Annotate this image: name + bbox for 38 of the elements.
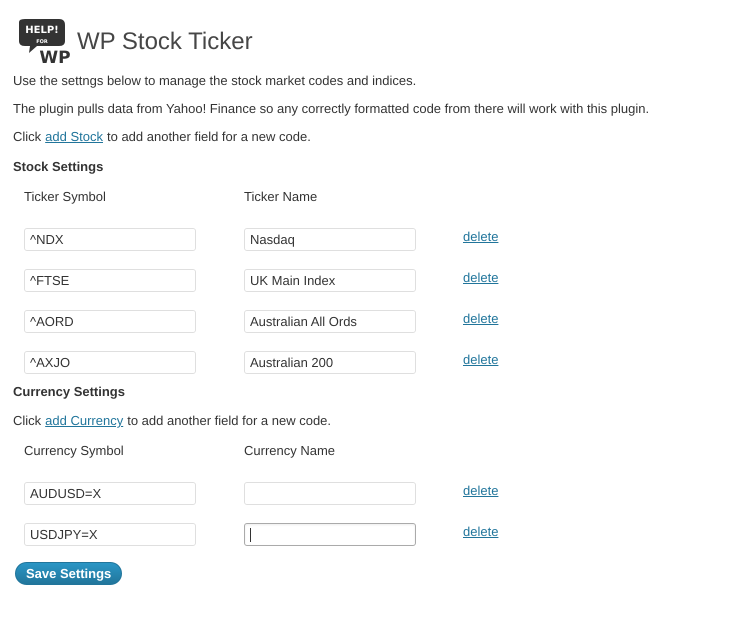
symbol-field[interactable]: USDJPY=X [24,523,196,546]
instruction-text: Click [13,412,42,430]
name-field[interactable]: Australian 200 [244,351,416,374]
delete-link[interactable]: delete [463,482,737,500]
column-header: Ticker Name [244,188,318,206]
symbol-field[interactable]: ^FTSE [24,269,196,292]
symbol-field[interactable]: ^AORD [24,310,196,333]
save-button[interactable]: Save Settings [15,562,122,585]
field-value: Australian All Ords [250,314,357,329]
field-value: Australian 200 [250,355,334,370]
delete-link[interactable]: delete [463,310,737,328]
symbol-field[interactable]: ^AXJO [24,351,196,374]
delete-link[interactable]: delete [463,351,737,369]
add-link[interactable]: add Stock [45,127,103,155]
column-header: Ticker Symbol [24,188,107,206]
name-field[interactable] [244,523,416,546]
field-value: UK Main Index [250,273,336,288]
add-link[interactable]: add Currency [45,411,124,439]
delete-link[interactable]: delete [463,269,737,287]
description-text: The plugin pulls data from Yahoo! Finance so any correctly formatted code from there will work with this plugin. [13,100,650,118]
column-header: Currency Symbol [24,442,125,460]
section-heading: Stock Settings [13,158,104,176]
column-header: Currency Name [244,442,336,460]
description-text: Use the settngs below to manage the stock market codes and indices. [13,72,418,90]
name-field[interactable]: UK Main Index [244,269,416,292]
field-value: Nasdaq [250,232,295,247]
delete-link[interactable]: delete [463,228,737,246]
instruction-text: to add another field for a new code. [107,128,311,146]
page-title: WP Stock Ticker [77,28,253,56]
text-cursor [250,528,251,542]
name-field[interactable]: Australian All Ords [244,310,416,333]
symbol-field[interactable]: AUDUSD=X [24,482,196,505]
instruction-text: to add another field for a new code. [127,412,332,430]
section-heading: Currency Settings [13,383,126,401]
delete-link[interactable]: delete [463,523,737,541]
instruction-text: Click [13,128,42,146]
symbol-field[interactable]: ^NDX [24,228,196,251]
name-field[interactable]: Nasdaq [244,228,416,251]
